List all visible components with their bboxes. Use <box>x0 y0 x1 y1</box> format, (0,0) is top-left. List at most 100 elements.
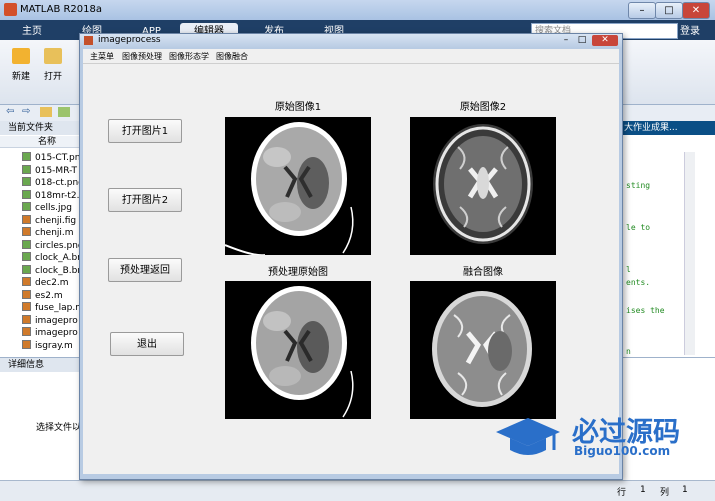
matlab-window-title: MATLAB R2018a <box>20 4 103 15</box>
name-column-header[interactable]: 名称 <box>0 136 82 148</box>
details-panel: 详细信息 选择文件以 <box>0 357 82 481</box>
current-folder-header: 当前文件夹 <box>0 121 82 135</box>
editor-panel: 大作业成果... sting le to l ents. ises the n <box>620 121 715 357</box>
file-list-item[interactable]: chenji.fig <box>22 214 77 227</box>
file-list-item[interactable]: 018-ct.png <box>22 177 84 189</box>
tab-home[interactable]: 主页 <box>8 23 56 40</box>
back-arrow-icon[interactable]: ⇦ <box>6 106 14 117</box>
file-icon <box>22 264 31 274</box>
menu-main[interactable]: 主菜单 <box>90 51 114 62</box>
file-icon <box>22 202 31 211</box>
new-button[interactable]: 新建 <box>12 69 30 82</box>
up-folder-icon[interactable] <box>40 107 52 117</box>
file-name: clock_B.bn <box>35 265 84 276</box>
code-line: l <box>626 265 631 274</box>
fused-caption: 融合图像 <box>463 267 503 278</box>
file-list-item[interactable]: fuse_lap.m <box>22 302 84 314</box>
file-list-item[interactable]: 015-CT.pn <box>22 152 80 164</box>
ct-brain-image <box>225 122 354 255</box>
menu-preprocess[interactable]: 图像预处理 <box>122 51 162 62</box>
fused-brain-image <box>432 291 532 407</box>
figure-menubar: 主菜单 图像预处理 图像形态学 图像融合 <box>83 49 619 64</box>
file-list-item[interactable]: clock_B.bn <box>22 264 84 277</box>
preprocessed-brain-image <box>251 286 354 418</box>
file-icon <box>22 164 31 174</box>
file-name: cells.jpg <box>35 203 72 213</box>
forward-arrow-icon[interactable]: ⇨ <box>22 106 30 117</box>
file-icon <box>22 327 31 336</box>
open-image1-button[interactable]: 打开图片1 <box>108 119 182 143</box>
status-bar: 行 1 列 1 <box>0 480 715 501</box>
figure-minimize-button[interactable]: – <box>558 35 574 46</box>
code-line: n <box>626 347 631 356</box>
login-button[interactable]: 登录 <box>680 22 700 37</box>
file-name: 015-MR-T <box>35 165 77 176</box>
file-list-item[interactable]: cells.jpg <box>22 202 72 214</box>
preprocessed-axes <box>225 281 371 419</box>
file-list-item[interactable]: imagepro <box>22 314 78 327</box>
watermark-url: Biguo100.com <box>574 444 671 458</box>
file-icon <box>22 177 31 186</box>
file-name: imagepro <box>35 328 78 338</box>
editor-scrollbar[interactable] <box>684 152 695 355</box>
file-icon <box>22 289 31 299</box>
details-header: 详细信息 <box>0 358 82 372</box>
file-icon <box>22 227 31 236</box>
figure-icon <box>84 36 93 45</box>
file-name: imagepro <box>35 315 78 326</box>
figure-title: imageprocess <box>98 35 161 45</box>
image2-caption: 原始图像2 <box>459 102 507 113</box>
row-value: 1 <box>640 485 646 495</box>
file-name: chenji.fig <box>35 215 77 226</box>
file-name: circles.png <box>35 240 84 251</box>
figure-title-bar[interactable]: imageprocess – □ ✕ <box>80 34 622 48</box>
mr-brain-image <box>433 124 533 244</box>
maximize-button[interactable]: □ <box>655 2 683 19</box>
file-icon <box>22 252 31 261</box>
file-list-item[interactable]: chenji.m <box>22 227 74 239</box>
code-line: ents. <box>626 278 651 287</box>
code-line: ises the <box>626 306 665 315</box>
file-icon <box>22 339 31 349</box>
close-button[interactable]: ✕ <box>682 2 710 19</box>
image1-caption: 原始图像1 <box>274 102 322 113</box>
image2-axes <box>410 117 556 255</box>
exit-button[interactable]: 退出 <box>110 332 184 356</box>
editor-tab[interactable]: 大作业成果... <box>620 121 715 135</box>
browse-folder-icon[interactable] <box>58 107 70 117</box>
file-list-item[interactable]: dec2.m <box>22 277 69 289</box>
open-button[interactable]: 打开 <box>44 69 62 82</box>
file-name: es2.m <box>35 290 63 301</box>
open-image2-button[interactable]: 打开图片2 <box>108 188 182 212</box>
file-name: 018mr-t2. <box>35 190 80 201</box>
file-list-item[interactable]: clock_A.bn <box>22 252 83 264</box>
preprocess-return-button[interactable]: 预处理返回 <box>108 258 182 282</box>
details-text: 选择文件以 <box>36 423 82 433</box>
file-icon <box>22 302 31 311</box>
figure-close-button[interactable]: ✕ <box>592 35 618 46</box>
open-folder-icon <box>44 48 62 64</box>
file-name: 018-ct.png <box>35 178 84 188</box>
file-list-item[interactable]: 015-MR-T <box>22 164 77 177</box>
watermark: 必过源码 Biguo100.com <box>494 410 704 464</box>
file-name: clock_A.bn <box>35 253 83 263</box>
file-name: dec2.m <box>35 278 69 288</box>
figure-maximize-button[interactable]: □ <box>574 35 590 46</box>
new-icon <box>12 48 30 64</box>
file-list-item[interactable]: circles.png <box>22 239 84 252</box>
file-icon <box>22 214 31 224</box>
file-name: chenji.m <box>35 228 74 238</box>
menu-morphology[interactable]: 图像形态学 <box>169 51 209 62</box>
col-label: 列 <box>660 488 670 498</box>
file-list-item[interactable]: es2.m <box>22 289 63 302</box>
file-icon <box>22 152 31 161</box>
menu-fusion[interactable]: 图像融合 <box>216 51 248 62</box>
file-list-item[interactable]: isgray.m <box>22 339 73 352</box>
file-list-item[interactable]: 018mr-t2. <box>22 189 80 202</box>
preprocessed-caption: 预处理原始图 <box>268 267 328 278</box>
minimize-button[interactable]: – <box>628 2 656 19</box>
code-line: sting <box>626 181 651 190</box>
file-name: isgray.m <box>35 340 73 351</box>
file-list-item[interactable]: imagepro <box>22 327 78 339</box>
matlab-title-bar: MATLAB R2018a – □ ✕ <box>0 0 715 21</box>
